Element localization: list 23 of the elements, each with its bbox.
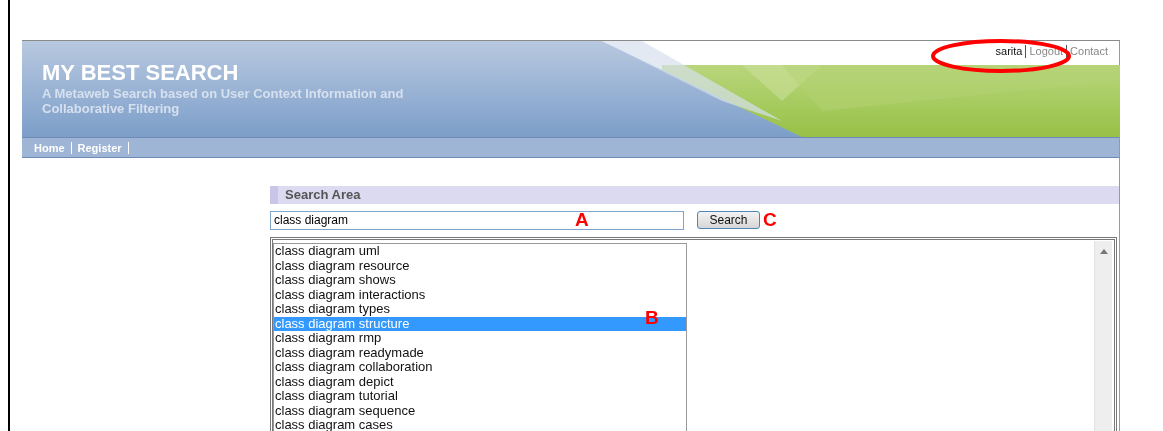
suggestion-item[interactable]: class diagram uml <box>274 244 686 259</box>
scrollbar[interactable] <box>1094 241 1112 431</box>
user-name: sarita <box>994 45 1024 58</box>
scroll-up-icon[interactable] <box>1100 249 1108 254</box>
annotation-label: A <box>575 210 589 229</box>
suggestion-item[interactable]: class diagram sequence <box>274 403 686 418</box>
suggestion-item[interactable]: class diagram cases <box>274 418 686 431</box>
header-link[interactable]: Contact <box>1066 45 1111 58</box>
suggestion-list[interactable] <box>273 243 687 431</box>
section-accent <box>270 186 278 204</box>
section-title: Search Area <box>284 186 361 205</box>
suggestion-item[interactable]: class diagram collaboration <box>274 360 686 375</box>
suggestion-item[interactable]: class diagram tutorial <box>274 389 686 404</box>
site-title: MY BEST SEARCH <box>42 61 239 85</box>
search-button[interactable]: Search <box>697 211 760 229</box>
suggestion-item[interactable]: class diagram shows <box>274 273 686 288</box>
suggestion-item[interactable]: class diagram resource <box>274 258 686 273</box>
suggestion-item[interactable]: class diagram interactions <box>274 287 686 302</box>
suggestion-item[interactable]: class diagram depict <box>274 374 686 389</box>
site-subtitle: A Metaweb Search based on User Context Information and Collaborative Filtering <box>42 86 405 116</box>
suggestion-item[interactable]: class diagram rmp <box>274 331 686 346</box>
suggestion-item[interactable]: class diagram readymade <box>274 345 686 360</box>
annotation-label: C <box>763 210 777 229</box>
